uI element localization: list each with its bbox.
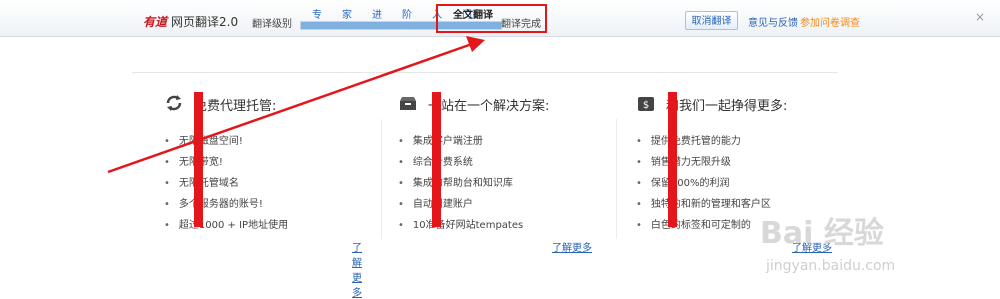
watermark-url: jingyan.baidu.com (766, 258, 896, 274)
watermark: Bai 经验 (760, 216, 884, 251)
annotation-arrow (107, 36, 485, 174)
